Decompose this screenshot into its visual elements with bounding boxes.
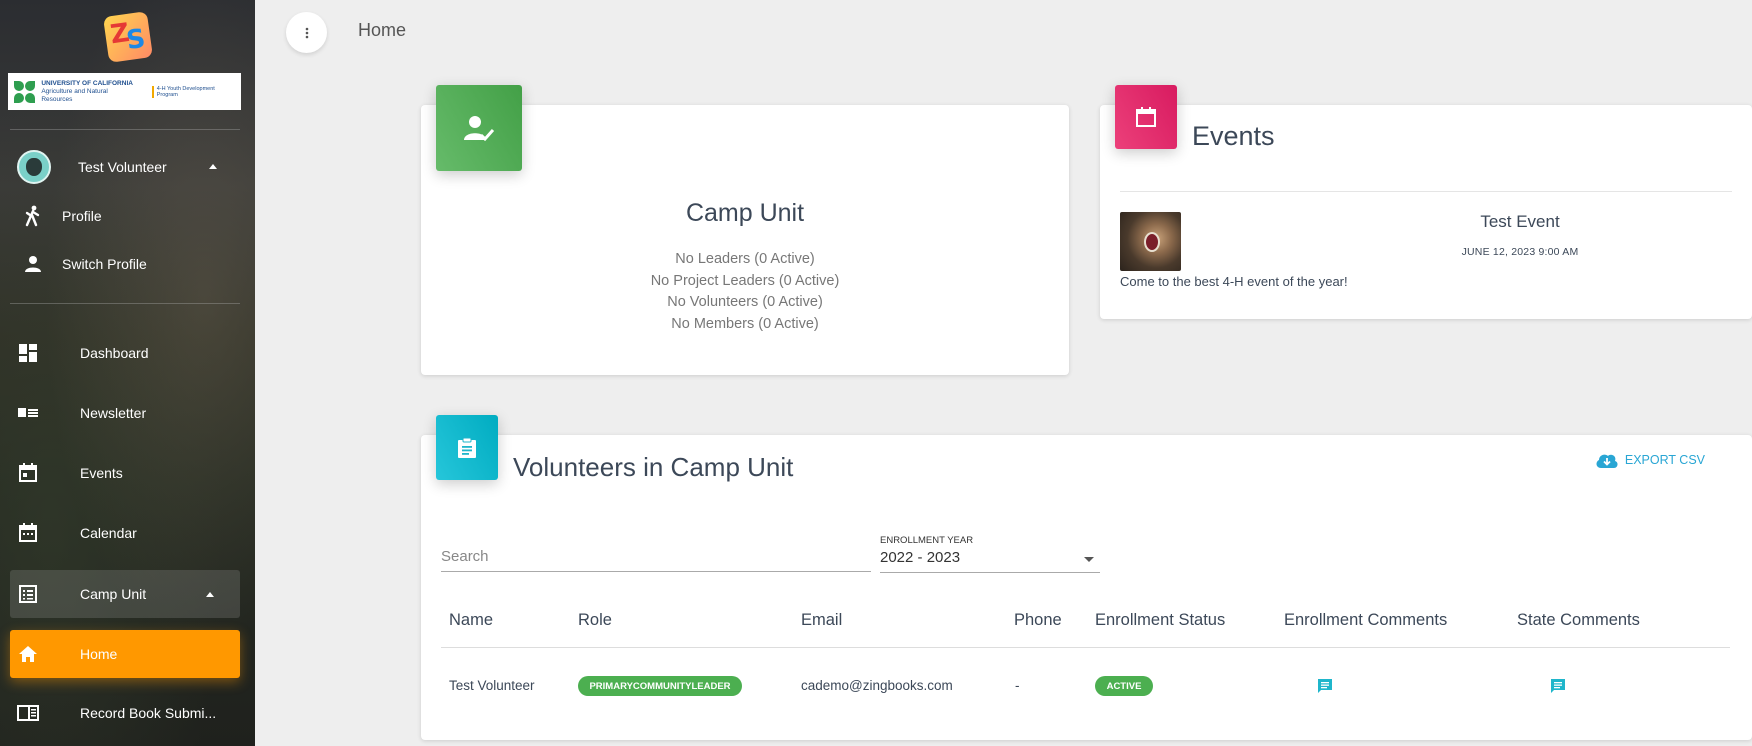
- sidebar-item-label: Events: [80, 465, 123, 481]
- camp-unit-title: Camp Unit: [685, 199, 805, 227]
- camp-unit-card: Camp Unit No Leaders (0 Active) No Proje…: [421, 85, 1069, 375]
- calendar-icon: [1136, 107, 1156, 127]
- volunteers-card: Volunteers in Camp Unit EXPORT CSV ENROL…: [421, 415, 1752, 740]
- caret-up-icon: [209, 164, 217, 169]
- cell-name: Test Volunteer: [449, 678, 535, 693]
- user-menu-switch-profile[interactable]: Switch Profile: [24, 249, 147, 279]
- home-icon: [10, 645, 46, 663]
- person-check-icon: [464, 116, 494, 141]
- card-header-icon: [1115, 85, 1177, 149]
- more-vertical-icon: [305, 27, 308, 38]
- camp-unit-stats: No Leaders (0 Active) No Project Leaders…: [421, 249, 1069, 335]
- person-walking-icon: [25, 205, 40, 227]
- sidebar-divider: [10, 303, 240, 304]
- column-header-phone[interactable]: Phone: [1014, 611, 1062, 630]
- comment-icon: [1551, 679, 1565, 693]
- user-menu-switch-profile-label: Switch Profile: [62, 256, 147, 272]
- dashboard-icon: [10, 343, 46, 363]
- sidebar-item-newsletter[interactable]: Newsletter: [10, 389, 240, 437]
- sidebar-item-label: Record Book Submi...: [80, 705, 217, 721]
- clipboard-icon: [458, 437, 476, 458]
- table-header-divider: [441, 647, 1730, 648]
- calendar-icon: [10, 523, 46, 543]
- cell-phone: -: [1015, 678, 1020, 693]
- list-icon: [10, 584, 46, 604]
- event-description: Come to the best 4-H event of the year!: [1120, 274, 1348, 289]
- person-icon: [25, 256, 41, 272]
- sidebar-item-label: Home: [80, 646, 118, 662]
- sidebar-item-calendar[interactable]: Calendar: [10, 509, 240, 557]
- status-badge: ACTIVE: [1095, 676, 1153, 696]
- record-book-icon: [10, 705, 46, 721]
- enrollment-year-select[interactable]: 2022 - 2023: [880, 549, 1100, 573]
- column-header-name[interactable]: Name: [449, 611, 493, 630]
- column-header-email[interactable]: Email: [801, 611, 842, 630]
- sidebar-item-home[interactable]: Home: [10, 630, 240, 678]
- calendar-event-icon: [10, 463, 46, 483]
- stat-members: No Members (0 Active): [671, 315, 819, 332]
- cloud-download-icon: [1596, 454, 1618, 468]
- volunteers-title: Volunteers in Camp Unit: [513, 452, 794, 482]
- enrollment-year-value: 2022 - 2023: [880, 549, 961, 566]
- export-csv-label: EXPORT CSV: [1624, 453, 1705, 467]
- user-menu-toggle[interactable]: Test Volunteer: [17, 150, 237, 184]
- events-divider: [1120, 191, 1732, 192]
- chevron-down-icon: [1084, 557, 1094, 562]
- event-date: JUNE 12, 2023 9:00 AM: [1461, 246, 1579, 258]
- export-csv-button[interactable]: EXPORT CSV: [1595, 451, 1705, 469]
- caret-up-icon: [206, 592, 214, 597]
- four-h-clover-icon: [14, 80, 36, 103]
- user-menu-profile-label: Profile: [62, 208, 102, 224]
- sidebar: ZS UNIVERSITY OF CALIFORNIA Agriculture …: [0, 0, 255, 746]
- avatar: [17, 150, 51, 184]
- sidebar-item-record-book[interactable]: Record Book Submi...: [10, 689, 240, 737]
- events-card: Events Test Event JUNE 12, 2023 9:00 AM …: [1100, 85, 1752, 319]
- stat-project-leaders: No Project Leaders (0 Active): [650, 272, 840, 289]
- enrollment-comment-button[interactable]: [1317, 678, 1333, 699]
- sidebar-item-label: Newsletter: [80, 405, 147, 421]
- column-header-enrollment-comments[interactable]: Enrollment Comments: [1284, 611, 1447, 630]
- event-thumbnail[interactable]: [1120, 212, 1181, 271]
- sidebar-item-events[interactable]: Events: [10, 449, 240, 497]
- card-header-icon: [436, 85, 522, 171]
- search-input[interactable]: [441, 542, 871, 572]
- sidebar-divider: [10, 129, 240, 130]
- org-banner-line1: UNIVERSITY OF CALIFORNIA: [41, 79, 133, 87]
- stat-volunteers: No Volunteers (0 Active): [667, 294, 823, 310]
- column-header-enrollment-status[interactable]: Enrollment Status: [1095, 611, 1225, 630]
- cell-email: cademo@zingbooks.com: [801, 678, 953, 693]
- stat-leaders: No Leaders (0 Active): [675, 251, 815, 267]
- org-banner-program: 4-H Youth Development Program: [151, 85, 235, 98]
- column-header-role[interactable]: Role: [578, 611, 612, 630]
- column-header-state-comments[interactable]: State Comments: [1517, 611, 1640, 630]
- sidebar-item-label: Calendar: [80, 525, 137, 541]
- app-logo[interactable]: ZS: [0, 11, 255, 65]
- user-name: Test Volunteer: [78, 159, 167, 175]
- newsletter-icon: [10, 406, 46, 420]
- enrollment-year-label: ENROLLMENT YEAR: [880, 535, 974, 546]
- event-title[interactable]: Test Event: [1400, 212, 1640, 232]
- page-title: Home: [358, 20, 407, 40]
- sidebar-item-label: Camp Unit: [80, 586, 147, 602]
- state-comment-button[interactable]: [1550, 678, 1566, 699]
- org-banner: UNIVERSITY OF CALIFORNIA Agriculture and…: [8, 73, 241, 110]
- comment-icon: [1318, 679, 1332, 693]
- sidebar-item-label: Dashboard: [80, 345, 149, 361]
- events-title: Events: [1192, 121, 1275, 151]
- sidebar-item-camp-unit[interactable]: Camp Unit: [10, 570, 240, 618]
- role-badge: PRIMARYCOMMUNITYLEADER: [578, 676, 742, 696]
- user-menu-profile[interactable]: Profile: [24, 201, 102, 231]
- org-banner-line2: Agriculture and Natural Resources: [41, 87, 108, 103]
- card-header-icon: [436, 415, 498, 480]
- more-menu-button[interactable]: [286, 12, 327, 53]
- sidebar-item-dashboard[interactable]: Dashboard: [10, 329, 240, 377]
- zingbooks-logo-icon: ZS: [102, 11, 153, 63]
